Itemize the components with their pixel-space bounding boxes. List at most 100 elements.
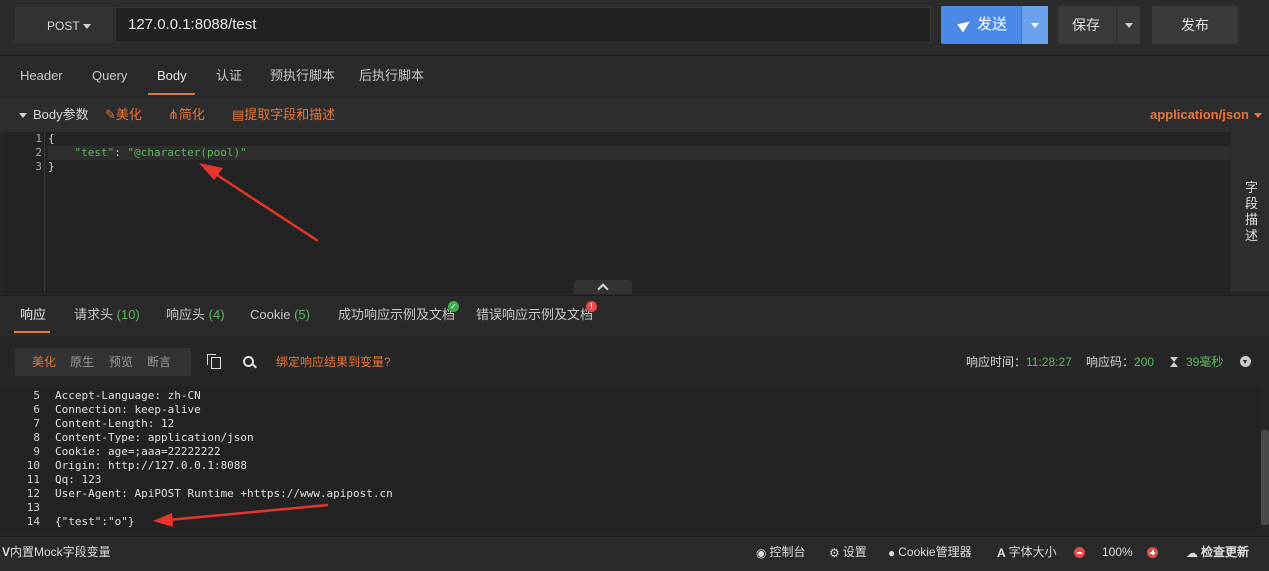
response-code: 响应码：200 <box>1086 355 1155 369</box>
line-number: 3 <box>35 160 42 173</box>
response-line: 12 User-Agent: ApiPOST Runtime +https://w… <box>0 487 393 501</box>
cloud-download-icon: ☁ <box>1186 545 1198 560</box>
content-type-select[interactable]: application/json <box>1150 98 1268 132</box>
hourglass-icon <box>1170 357 1178 367</box>
request-tabs: Header Query Body 认证 预执行脚本 后执行脚本 <box>0 55 1269 99</box>
chevron-up-icon <box>597 283 609 295</box>
line-number: 8 <box>33 431 40 444</box>
json-key: "test" <box>74 146 115 159</box>
send-dropdown-button[interactable] <box>1021 6 1048 44</box>
response-time: 响应时间：11:28:27 <box>966 355 1072 369</box>
tab-post-script[interactable]: 后执行脚本 <box>359 56 424 98</box>
field-description-label: 字段描述 <box>1245 180 1259 243</box>
caret-down-icon <box>19 113 27 119</box>
count-badge: (10) <box>116 307 140 322</box>
zoom-out-button[interactable] <box>1074 537 1085 567</box>
content-type-label: application/json <box>1150 107 1249 122</box>
download-icon[interactable] <box>1240 356 1251 367</box>
method-select[interactable]: POST <box>15 7 113 43</box>
tab-success-doc[interactable]: 成功响应示例及文档 <box>338 296 455 334</box>
mock-variables-link[interactable]: V内置Mock字段变量 <box>2 537 111 567</box>
line-text: {"test":"o"} <box>55 515 135 528</box>
simplify-button[interactable]: ⋔简化 <box>168 98 205 132</box>
response-body[interactable]: 5 Accept-Language: zh-CN 6 Connection: keep… <box>0 387 1260 535</box>
check-update-button[interactable]: ☁ 检查更新 <box>1186 537 1249 568</box>
line-text: Content-Type: application/json <box>55 431 254 444</box>
code-line: { <box>48 132 55 145</box>
cookie-manager-button[interactable]: ● Cookie管理器 <box>888 537 972 568</box>
line-text: Accept-Language: zh-CN <box>55 389 201 402</box>
line-number: 6 <box>33 403 40 416</box>
line-text: Cookie: age=;aaa=22222222 <box>55 445 221 458</box>
code-line-highlighted: "test": "@character(pool)" <box>48 146 1230 160</box>
tab-header[interactable]: Header <box>20 56 63 98</box>
document-icon: ▤ <box>232 107 245 122</box>
json-colon: : <box>114 146 128 159</box>
view-assert[interactable]: 断言 <box>147 348 171 376</box>
tab-error-doc[interactable]: 错误响应示例及文档 <box>476 296 593 334</box>
status-bar: V内置Mock字段变量 ◉ 控制台 ⚙ 设置 ● Cookie管理器 A 字体大小 10… <box>0 536 1269 571</box>
response-line: 9 Cookie: age=;aaa=22222222 <box>0 445 393 459</box>
send-plane-icon <box>957 17 973 33</box>
settings-button[interactable]: ⚙ 设置 <box>829 537 867 568</box>
view-raw[interactable]: 原生 <box>70 348 94 376</box>
tab-auth[interactable]: 认证 <box>216 56 242 98</box>
collapse-editor-button[interactable] <box>574 280 632 295</box>
tab-body[interactable]: Body <box>157 56 187 98</box>
zoom-in-button[interactable] <box>1147 537 1158 567</box>
count-badge: (5) <box>294 307 310 322</box>
tab-response-headers[interactable]: 响应头 (4) <box>166 296 225 334</box>
check-icon: ✓ <box>448 301 459 312</box>
line-number: 11 <box>26 473 40 486</box>
alert-icon: ! <box>586 301 597 312</box>
line-number: 2 <box>35 146 42 159</box>
body-params-toggle[interactable]: Body参数 <box>19 98 89 132</box>
view-beautify[interactable]: 美化 <box>32 348 56 376</box>
line-text: Connection: keep-alive <box>55 403 201 416</box>
publish-button[interactable]: 发布 <box>1152 6 1238 44</box>
tab-cookie[interactable]: Cookie (5) <box>250 296 310 334</box>
code-line: } <box>48 160 55 173</box>
response-tabs: 响应 请求头 (10) 响应头 (4) Cookie (5) 成功响应示例及文档… <box>0 295 1269 338</box>
line-number: 1 <box>35 132 42 145</box>
line-number: 7 <box>33 417 40 430</box>
bind-response-variable-link[interactable]: 绑定响应结果到变量? <box>276 348 391 376</box>
scrollbar[interactable] <box>1261 430 1269 525</box>
send-label: 发送 <box>977 16 1008 33</box>
v-logo-icon: V <box>2 545 11 559</box>
line-number: 9 <box>33 445 40 458</box>
search-icon[interactable] <box>243 356 254 367</box>
line-text: Origin: http://127.0.0.1:8088 <box>55 459 248 472</box>
plus-circle-icon <box>1147 547 1158 559</box>
response-toolbar: 美化 原生 预览 断言 绑定响应结果到变量? 响应时间：11:28:27 响应码… <box>0 338 1269 386</box>
body-editor[interactable]: 1 2 3 { "test": "@character(pool)" } <box>6 132 1230 292</box>
count-badge: (4) <box>208 307 225 322</box>
url-input[interactable]: 127.0.0.1:8088/test <box>115 7 931 43</box>
minus-circle-icon <box>1074 547 1085 559</box>
send-button[interactable]: 发送 <box>941 6 1048 44</box>
gear-icon: ⚙ <box>829 545 840 560</box>
editor-code[interactable]: { "test": "@character(pool)" } <box>48 132 1230 174</box>
tab-pre-script[interactable]: 预执行脚本 <box>270 56 335 98</box>
response-line: 10 Origin: http://127.0.0.1:8088 <box>0 459 393 473</box>
tab-query[interactable]: Query <box>92 56 127 98</box>
field-description-panel-toggle[interactable]: 字段描述 <box>1231 132 1269 292</box>
method-label: POST <box>47 19 80 33</box>
line-number: 12 <box>26 487 40 500</box>
line-text: User-Agent: ApiPOST Runtime +https://www… <box>55 487 393 500</box>
view-preview[interactable]: 预览 <box>109 348 133 376</box>
sitemap-icon: ⋔ <box>168 107 179 122</box>
extract-fields-button[interactable]: ▤提取字段和描述 <box>232 98 335 132</box>
tab-request-headers[interactable]: 请求头 (10) <box>74 296 140 334</box>
wand-icon: ✎ <box>105 107 116 122</box>
response-line: 13 <box>0 501 393 515</box>
copy-icon[interactable] <box>207 354 221 369</box>
save-button[interactable]: 保存 <box>1058 6 1140 44</box>
line-number: 10 <box>26 459 40 472</box>
tab-response[interactable]: 响应 <box>20 296 46 334</box>
response-line: 7 Content-Length: 12 <box>0 417 393 431</box>
console-button[interactable]: ◉ 控制台 <box>756 537 806 568</box>
save-dropdown-button[interactable] <box>1116 6 1141 44</box>
beautify-button[interactable]: ✎美化 <box>105 98 142 132</box>
editor-gutter: 1 2 3 <box>6 132 45 292</box>
